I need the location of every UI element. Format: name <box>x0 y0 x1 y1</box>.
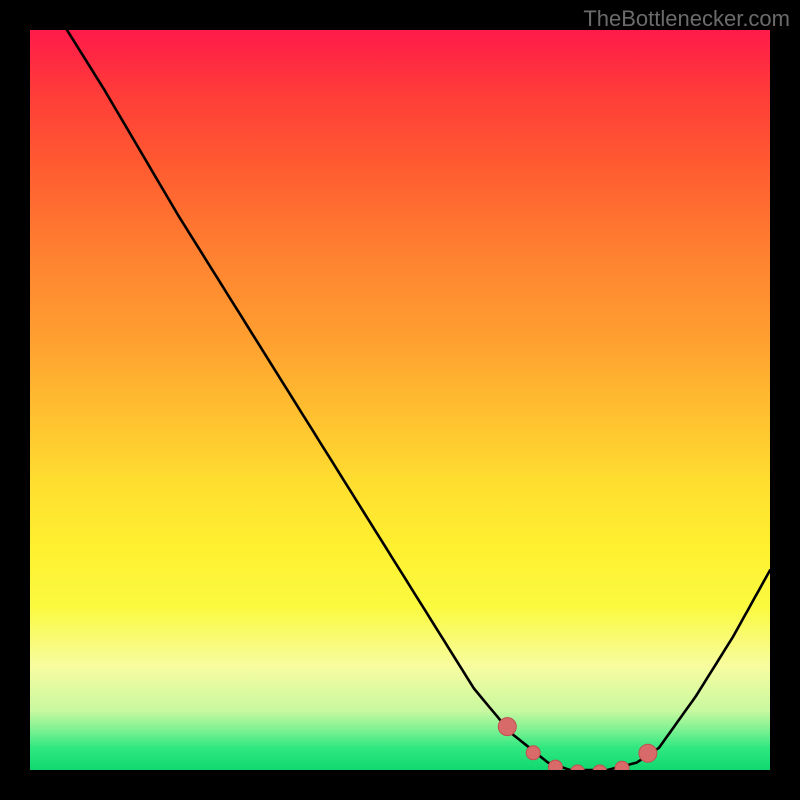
highlight-dots <box>498 718 657 770</box>
chart-plot-area <box>30 30 770 770</box>
bottleneck-curve <box>67 30 770 770</box>
chart-svg <box>30 30 770 770</box>
chart-container: TheBottlenecker.com <box>0 0 800 800</box>
attribution-label: TheBottlenecker.com <box>583 6 790 32</box>
